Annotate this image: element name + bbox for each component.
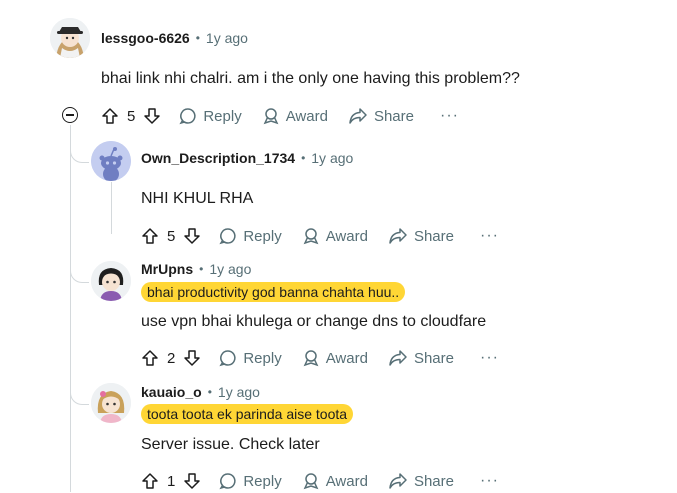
- downvote-icon[interactable]: [183, 349, 201, 367]
- vote-count: 1: [167, 472, 176, 490]
- award-button[interactable]: Award: [302, 227, 368, 245]
- comment-actions: 5 Reply Award Share ···: [141, 224, 499, 248]
- share-button[interactable]: Share: [388, 472, 454, 490]
- reply-label: Reply: [243, 472, 282, 490]
- award-label: Award: [325, 227, 368, 245]
- comment-age[interactable]: 1y ago: [311, 150, 353, 166]
- award-label: Award: [325, 472, 368, 490]
- award-label: Award: [285, 107, 328, 125]
- upvote-icon[interactable]: [101, 107, 119, 125]
- share-label: Share: [413, 349, 454, 367]
- comment-age[interactable]: 1y ago: [218, 384, 260, 400]
- award-icon: [263, 108, 279, 125]
- share-label: Share: [413, 472, 454, 490]
- award-button[interactable]: Award: [302, 349, 368, 367]
- upvote-icon[interactable]: [141, 349, 159, 367]
- award-icon: [303, 350, 319, 367]
- reply-icon: [219, 228, 236, 245]
- comment-text: NHI KHUL RHA: [141, 190, 254, 207]
- comment-text: use vpn bhai khulega or change dns to cl…: [141, 313, 487, 330]
- thread-branch-3: [70, 382, 89, 405]
- comment-text: Server issue. Check later: [141, 436, 320, 453]
- thread-line-child-1: [111, 182, 112, 234]
- avatar[interactable]: [91, 383, 131, 423]
- more-options-icon[interactable]: ···: [480, 227, 499, 245]
- comment-actions: 2 Reply Award Share ···: [141, 346, 499, 370]
- thread-line-root: [70, 125, 71, 492]
- comment-author: MrUpns • 1y ago: [141, 261, 251, 277]
- default-snoo-avatar: [91, 141, 131, 181]
- reply-label: Reply: [203, 107, 242, 125]
- separator-dot: •: [195, 31, 200, 45]
- separator-dot: •: [199, 262, 204, 276]
- more-options-icon[interactable]: ···: [440, 107, 459, 125]
- share-icon: [389, 228, 407, 244]
- share-button[interactable]: Share: [388, 349, 454, 367]
- user-flair: bhai productivity god banna chahta huu..: [141, 282, 406, 302]
- more-options-icon[interactable]: ···: [480, 472, 499, 490]
- reply-icon: [219, 350, 236, 367]
- award-icon: [303, 473, 319, 490]
- reply-button[interactable]: Reply: [179, 107, 242, 125]
- reply-label: Reply: [243, 349, 282, 367]
- downvote-icon[interactable]: [183, 227, 201, 245]
- share-icon: [389, 350, 407, 366]
- reply-button[interactable]: Reply: [219, 472, 282, 490]
- collapse-thread-button[interactable]: [62, 107, 78, 123]
- author-name[interactable]: kauaio_o: [141, 384, 202, 400]
- reply-button[interactable]: Reply: [219, 349, 282, 367]
- user-flair: toota toota ek parinda aise toota: [141, 404, 354, 424]
- award-button[interactable]: Award: [302, 472, 368, 490]
- separator-dot: •: [207, 385, 212, 399]
- separator-dot: •: [301, 151, 306, 165]
- comment-actions: 1 Reply Award Share ···: [141, 469, 499, 493]
- vote-count: 2: [167, 349, 176, 367]
- share-label: Share: [413, 227, 454, 245]
- avatar[interactable]: [50, 18, 90, 58]
- share-icon: [389, 473, 407, 489]
- award-label: Award: [325, 349, 368, 367]
- award-icon: [303, 228, 319, 245]
- author-name[interactable]: lessgoo-6626: [101, 30, 190, 46]
- share-label: Share: [373, 107, 414, 125]
- avatar[interactable]: [91, 261, 131, 301]
- share-button[interactable]: Share: [348, 107, 414, 125]
- reply-icon: [179, 108, 196, 125]
- comment-author: lessgoo-6626 • 1y ago: [101, 30, 248, 46]
- comment-author: kauaio_o • 1y ago: [141, 384, 260, 400]
- comment-text: bhai link nhi chalri. am i the only one …: [101, 70, 520, 87]
- comment-actions: 5 Reply Award Share ···: [101, 104, 459, 128]
- comment-age[interactable]: 1y ago: [206, 30, 248, 46]
- thread-branch-2: [70, 260, 89, 283]
- reply-button[interactable]: Reply: [219, 227, 282, 245]
- anime-girl-avatar: [91, 383, 131, 423]
- award-button[interactable]: Award: [262, 107, 328, 125]
- more-options-icon[interactable]: ···: [480, 349, 499, 367]
- reply-icon: [219, 473, 236, 490]
- downvote-icon[interactable]: [183, 472, 201, 490]
- thread-branch-1: [70, 140, 89, 163]
- comment-author: Own_Description_1734 • 1y ago: [141, 150, 353, 166]
- share-icon: [349, 108, 367, 124]
- vote-count: 5: [167, 227, 176, 245]
- comment-age[interactable]: 1y ago: [209, 261, 251, 277]
- anime-character-avatar: [91, 261, 131, 301]
- author-name[interactable]: MrUpns: [141, 261, 193, 277]
- vote-count: 5: [127, 107, 136, 125]
- reply-label: Reply: [243, 227, 282, 245]
- avatar[interactable]: [91, 141, 131, 181]
- downvote-icon[interactable]: [143, 107, 161, 125]
- author-name[interactable]: Own_Description_1734: [141, 150, 295, 166]
- upvote-icon[interactable]: [141, 227, 159, 245]
- share-button[interactable]: Share: [388, 227, 454, 245]
- upvote-icon[interactable]: [141, 472, 159, 490]
- anime-girl-with-hat-avatar: [50, 18, 90, 58]
